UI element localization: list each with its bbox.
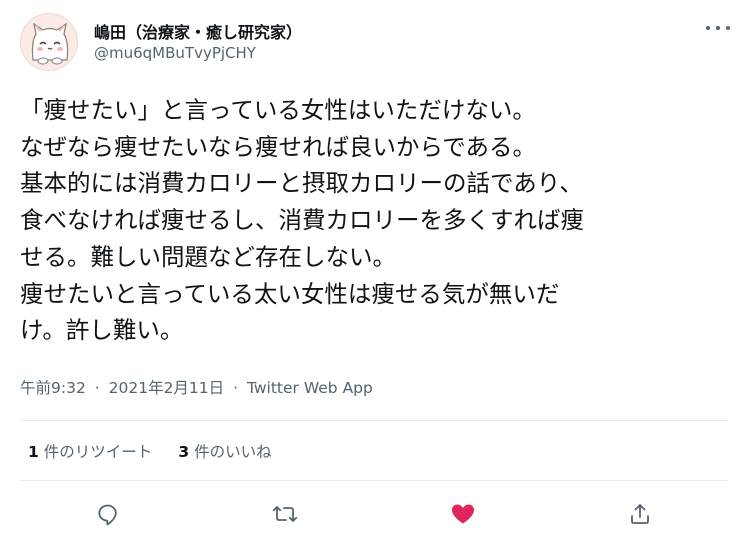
like-count-label: 件のいいね xyxy=(194,443,272,461)
tweet-source[interactable]: Twitter Web App xyxy=(247,379,373,397)
tweet-time[interactable]: 午前9:32 xyxy=(20,379,86,397)
tweet-meta: 午前9:32 · 2021年2月11日 · Twitter Web App xyxy=(20,376,373,398)
like-count-link[interactable]: 3 件のいいね xyxy=(178,440,271,462)
tweet-line: け。許し難い。 xyxy=(20,316,184,345)
retweet-count-link[interactable]: 1 件のリツイート xyxy=(28,440,152,462)
retweet-count-label: 件のリツイート xyxy=(43,443,153,461)
tweet-line: 食べなければ痩せるし、消費カロリーを多くすれば痩 xyxy=(20,206,584,235)
avatar[interactable] xyxy=(20,13,78,71)
share-button[interactable] xyxy=(623,497,657,531)
action-bar xyxy=(0,497,748,531)
divider xyxy=(20,420,728,421)
cat-avatar-icon xyxy=(21,14,77,70)
reply-icon xyxy=(98,504,117,526)
tweet-line: せる。難しい問題など存在しない。 xyxy=(20,242,396,271)
display-name[interactable]: 嶋田（治療家・癒し研究家） xyxy=(94,19,302,43)
dot xyxy=(716,26,720,30)
user-handle[interactable]: @mu6qMBuTvyPjCHY xyxy=(94,44,256,62)
dot xyxy=(726,26,730,30)
tweet-line: なぜなら痩せたいなら痩せれば良いからである。 xyxy=(20,132,537,161)
tweet-text: 「痩せたい」と言っている女性はいただけない。 なぜなら痩せたいなら痩せれば良いか… xyxy=(20,92,732,349)
more-dots-icon[interactable] xyxy=(706,20,730,36)
retweet-button[interactable] xyxy=(268,497,302,531)
meta-separator: · xyxy=(233,379,239,397)
share-icon xyxy=(631,504,649,524)
divider xyxy=(20,480,728,481)
tweet-date[interactable]: 2021年2月11日 xyxy=(109,379,225,397)
retweet-count: 1 xyxy=(28,443,39,461)
like-count: 3 xyxy=(178,443,190,461)
heart-icon xyxy=(452,504,474,524)
dot xyxy=(706,26,710,30)
tweet-stats: 1 件のリツイート 3 件のいいね xyxy=(28,440,272,462)
like-button[interactable] xyxy=(446,497,480,531)
tweet-line: 痩せたいと言っている太い女性は痩せる気が無いだ xyxy=(20,279,560,308)
tweet-line: 「痩せたい」と言っている女性はいただけない。 xyxy=(20,96,536,124)
tweet-card: 嶋田（治療家・癒し研究家） @mu6qMBuTvyPjCHY 「痩せたい」と言っ… xyxy=(0,0,748,543)
retweet-icon xyxy=(272,506,298,522)
meta-separator: · xyxy=(94,379,100,397)
reply-button[interactable] xyxy=(91,497,125,531)
tweet-line: 基本的には消費カロリーと摂取カロリーの話であり、 xyxy=(20,169,583,198)
